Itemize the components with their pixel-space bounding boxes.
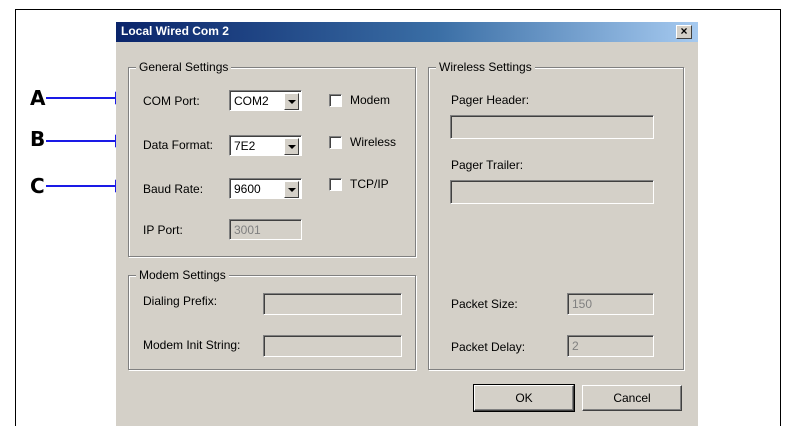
modem-settings-title: Modem Settings xyxy=(136,268,229,282)
ip-port-value: 3001 xyxy=(234,223,261,237)
packet-size-label: Packet Size: xyxy=(451,297,518,311)
dialing-prefix-input[interactable] xyxy=(263,293,402,315)
chevron-down-icon[interactable] xyxy=(284,138,299,155)
window-title: Local Wired Com 2 xyxy=(121,24,229,38)
com-port-label: COM Port: xyxy=(143,94,200,108)
com-port-select[interactable]: COM2 xyxy=(229,90,302,111)
wireless-settings-title: Wireless Settings xyxy=(436,60,535,74)
ok-button[interactable]: OK xyxy=(473,384,575,412)
chevron-down-icon[interactable] xyxy=(284,93,299,110)
packet-size-input[interactable]: 150 xyxy=(567,293,654,315)
packet-delay-input[interactable]: 2 xyxy=(567,335,654,357)
pager-trailer-input[interactable] xyxy=(450,180,654,204)
modem-checkbox[interactable] xyxy=(329,94,342,107)
ip-port-label: IP Port: xyxy=(143,223,183,237)
data-format-label: Data Format: xyxy=(143,138,214,152)
pager-header-input[interactable] xyxy=(450,115,654,139)
pager-trailer-label: Pager Trailer: xyxy=(451,158,524,172)
baud-rate-select[interactable]: 9600 xyxy=(229,178,302,199)
packet-delay-label: Packet Delay: xyxy=(451,340,526,354)
ip-port-input[interactable]: 3001 xyxy=(229,219,302,240)
com-port-value: COM2 xyxy=(234,94,269,108)
data-format-select[interactable]: 7E2 xyxy=(229,135,302,156)
chevron-down-icon[interactable] xyxy=(284,181,299,198)
dialing-prefix-label: Dialing Prefix: xyxy=(143,294,218,308)
wireless-checkbox-label: Wireless xyxy=(350,135,397,149)
general-settings-title: General Settings xyxy=(136,60,232,74)
cancel-button[interactable]: Cancel xyxy=(582,385,682,411)
packet-delay-value: 2 xyxy=(572,339,579,353)
tcpip-checkbox[interactable] xyxy=(329,178,342,191)
baud-rate-label: Baud Rate: xyxy=(143,182,204,196)
modem-checkbox-label: Modem xyxy=(350,93,391,107)
packet-size-value: 150 xyxy=(572,297,593,311)
wireless-settings-group xyxy=(428,67,684,370)
close-button[interactable]: × xyxy=(676,25,692,39)
baud-rate-value: 9600 xyxy=(234,182,261,196)
modem-init-string-label: Modem Init String: xyxy=(143,338,241,352)
tcpip-checkbox-label: TCP/IP xyxy=(350,177,389,191)
data-format-value: 7E2 xyxy=(234,139,256,153)
pager-header-label: Pager Header: xyxy=(451,93,530,107)
modem-init-string-input[interactable] xyxy=(263,335,402,357)
wireless-checkbox[interactable] xyxy=(329,136,342,149)
